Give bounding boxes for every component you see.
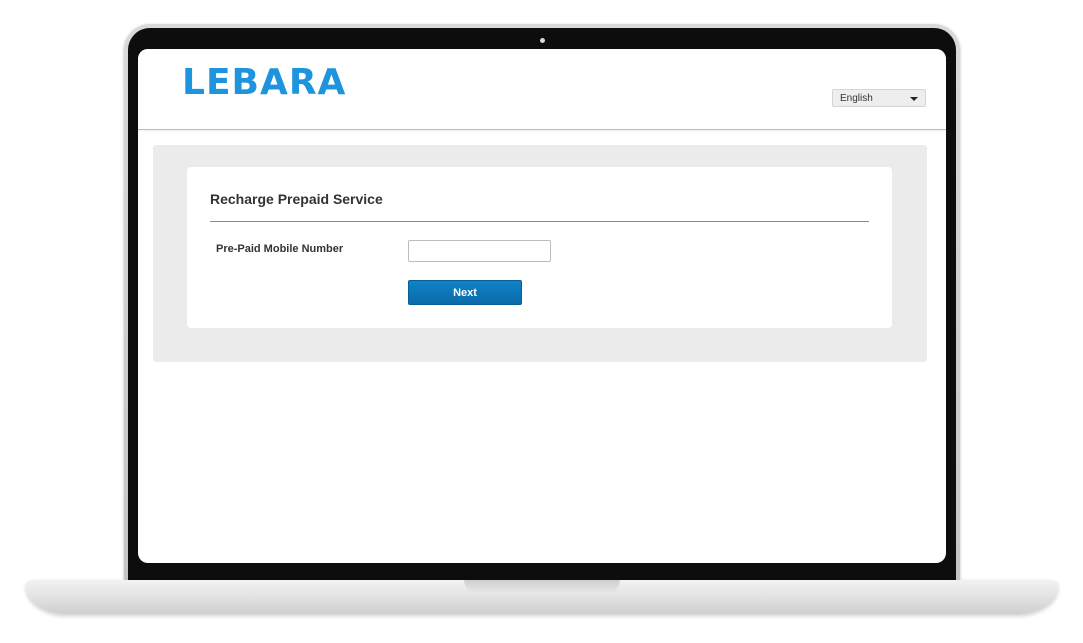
trackpad-notch	[464, 580, 620, 594]
mobile-number-label: Pre-Paid Mobile Number	[216, 243, 344, 255]
recharge-card: Recharge Prepaid Service Pre-Paid Mobile…	[187, 167, 892, 328]
content-panel: Recharge Prepaid Service Pre-Paid Mobile…	[153, 145, 927, 362]
brand-logo[interactable]: LEBARA	[182, 63, 346, 103]
laptop-base	[26, 580, 1058, 614]
browser-screen: LEBARA English Recharge Prepaid Service …	[138, 49, 946, 563]
chevron-down-icon	[910, 97, 918, 101]
card-title: Recharge Prepaid Service	[210, 191, 383, 207]
screen-bezel: LEBARA English Recharge Prepaid Service …	[128, 28, 956, 584]
language-select[interactable]: English	[832, 89, 926, 107]
mobile-number-input[interactable]	[408, 240, 551, 262]
language-selected-value: English	[840, 93, 873, 104]
laptop-mockup: LEBARA English Recharge Prepaid Service …	[0, 0, 1083, 643]
next-button[interactable]: Next	[408, 280, 522, 305]
camera-icon	[540, 38, 545, 43]
site-header: LEBARA English	[138, 49, 946, 130]
title-divider	[210, 221, 869, 222]
laptop-lid: LEBARA English Recharge Prepaid Service …	[124, 24, 960, 584]
